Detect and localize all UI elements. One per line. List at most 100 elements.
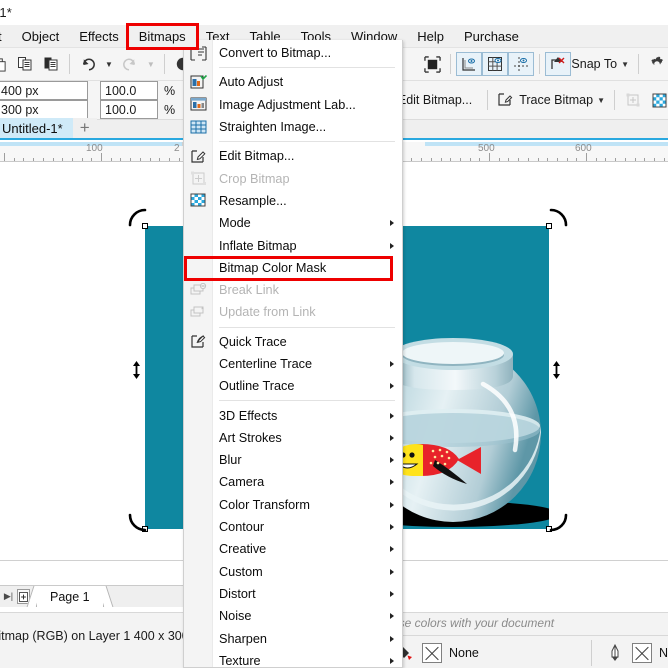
fill-none-swatch[interactable] xyxy=(422,642,442,663)
menu-item-update-from-link: Update from Link xyxy=(184,301,402,323)
menu-item-label: Bitmap Color Mask xyxy=(219,260,327,275)
menu-bitmaps[interactable]: Bitmaps xyxy=(125,22,199,50)
rotate-handle-top-left[interactable] xyxy=(126,206,148,228)
trace-bitmap-label[interactable]: Trace Bitmap xyxy=(519,93,593,107)
menu-item-distort[interactable]: Distort xyxy=(184,583,402,605)
skew-handle-left[interactable] xyxy=(131,360,142,383)
snap-to-label[interactable]: Snap To xyxy=(571,57,617,71)
scale-h-unit: % xyxy=(164,83,176,98)
toolbar-separator xyxy=(69,54,70,74)
menu-separator xyxy=(219,67,395,69)
menu-purchase[interactable]: Purchase xyxy=(454,26,529,47)
skew-handle-right[interactable] xyxy=(551,360,562,383)
resample-icon[interactable] xyxy=(646,88,668,112)
quick-trace-icon xyxy=(188,333,209,351)
menu-item-label: Camera xyxy=(219,475,265,490)
menu-item-inflate-bitmap[interactable]: Inflate Bitmap xyxy=(184,234,402,256)
menu-item-camera[interactable]: Camera xyxy=(184,471,402,493)
menu-item-edit-bitmap[interactable]: Edit Bitmap... xyxy=(184,145,402,167)
full-screen-preview-icon[interactable] xyxy=(419,52,445,76)
menu-item-label: Art Strokes xyxy=(219,430,282,445)
menu-item-creative[interactable]: Creative xyxy=(184,538,402,560)
menu-help[interactable]: Help xyxy=(407,26,454,47)
menu-item-label: Noise xyxy=(219,609,252,624)
menu-item-straighten-image[interactable]: Straighten Image... xyxy=(184,116,402,138)
copy-icon[interactable] xyxy=(12,52,38,76)
menu-item-list: Convert to Bitmap... Auto Adjust Image Adj… xyxy=(184,40,402,667)
rotate-handle-top-right[interactable] xyxy=(548,206,570,228)
width-input[interactable]: 400 px xyxy=(0,81,88,100)
menu-edit-partial[interactable]: t xyxy=(0,26,12,47)
show-rulers-icon[interactable] xyxy=(456,52,483,76)
menu-item-label: Sharpen xyxy=(219,631,267,646)
submenu-arrow-icon xyxy=(390,383,394,390)
snap-to-dropdown-icon[interactable]: ▼ xyxy=(621,60,629,69)
trace-bitmap-dropdown-icon[interactable]: ▼ xyxy=(597,96,605,105)
show-guidelines-icon[interactable] xyxy=(508,52,535,76)
menu-item-art-strokes[interactable]: Art Strokes xyxy=(184,427,402,449)
menu-item-sharpen[interactable]: Sharpen xyxy=(184,627,402,649)
paste-icon[interactable] xyxy=(0,52,12,76)
menu-effects[interactable]: Effects xyxy=(69,26,129,47)
scale-v-input[interactable]: 100.0 xyxy=(100,100,158,119)
menu-item-outline-trace[interactable]: Outline Trace xyxy=(184,375,402,397)
bitmaps-dropdown-menu[interactable]: Convert to Bitmap... Auto Adjust Image Adj… xyxy=(183,40,403,668)
menu-item-color-transform[interactable]: Color Transform xyxy=(184,494,402,516)
undo-dropdown-icon[interactable]: ▼ xyxy=(105,60,113,69)
trace-bitmap-icon[interactable] xyxy=(493,88,519,112)
options-gear-icon[interactable] xyxy=(644,52,668,76)
menu-item-texture[interactable]: Texture xyxy=(184,650,402,667)
edit-bitmap-button[interactable]: Edit Bitmap... xyxy=(398,93,472,107)
menu-item-label: Inflate Bitmap xyxy=(219,238,297,253)
rotate-handle-bottom-right[interactable] xyxy=(548,512,570,534)
menu-item-label: Resample... xyxy=(219,193,287,208)
menu-item-resample[interactable]: Resample... xyxy=(184,190,402,212)
edit-bitmap-icon xyxy=(188,147,209,165)
last-page-icon[interactable]: ▶| xyxy=(2,589,15,604)
crop-bitmap-icon-disabled xyxy=(620,88,646,112)
menu-item-contour[interactable]: Contour xyxy=(184,516,402,538)
page-tab-page-1[interactable]: Page 1 xyxy=(36,586,104,607)
menu-item-convert-to-bitmap[interactable]: Convert to Bitmap... xyxy=(184,42,402,64)
page-nav-buttons[interactable]: ▶| xyxy=(2,589,30,604)
undo-icon[interactable] xyxy=(75,52,101,76)
menu-item-custom[interactable]: Custom xyxy=(184,561,402,583)
menu-item-label: Straighten Image... xyxy=(219,120,327,135)
redo-icon[interactable] xyxy=(117,52,143,76)
rotate-handle-bottom-left[interactable] xyxy=(126,512,148,534)
menu-item-bitmap-color-mask[interactable]: Bitmap Color Mask xyxy=(184,257,402,279)
menu-item-noise[interactable]: Noise xyxy=(184,605,402,627)
menu-item-3d-effects[interactable]: 3D Effects xyxy=(184,404,402,426)
submenu-arrow-icon xyxy=(390,457,394,464)
document-tab-untitled-1[interactable]: Untitled-1* xyxy=(0,118,73,138)
submenu-arrow-icon xyxy=(390,568,394,575)
menu-item-blur[interactable]: Blur xyxy=(184,449,402,471)
menu-item-label: Auto Adjust xyxy=(219,75,284,90)
scale-h-input[interactable]: 100.0 xyxy=(100,81,158,100)
menu-item-label: Creative xyxy=(219,542,267,557)
snap-off-icon[interactable] xyxy=(545,52,572,76)
new-document-tab-button[interactable]: + xyxy=(72,118,97,138)
height-input[interactable]: 300 px xyxy=(0,100,88,119)
menu-item-centerline-trace[interactable]: Centerline Trace xyxy=(184,353,402,375)
swatch-separator xyxy=(590,639,592,666)
outline-pen-icon[interactable] xyxy=(602,641,628,665)
ruler-label-500: 500 xyxy=(478,143,495,154)
ruler-label-600: 600 xyxy=(575,143,592,154)
paste-special-icon[interactable] xyxy=(38,52,64,76)
menu-item-label: Crop Bitmap xyxy=(219,171,290,186)
show-grid-icon[interactable] xyxy=(482,52,509,76)
menu-item-auto-adjust[interactable]: Auto Adjust xyxy=(184,71,402,93)
menu-item-label: Color Transform xyxy=(219,497,310,512)
menu-object[interactable]: Object xyxy=(12,26,70,47)
menu-item-quick-trace[interactable]: Quick Trace xyxy=(184,331,402,353)
straighten-image-icon xyxy=(188,118,209,136)
submenu-arrow-icon xyxy=(390,242,394,249)
convert-to-bitmap-icon xyxy=(188,44,209,62)
menu-item-mode[interactable]: Mode xyxy=(184,212,402,234)
menu-item-image-adjustment-lab[interactable]: Image Adjustment Lab... xyxy=(184,94,402,116)
status-object-info: Bitmap (RGB) on Layer 1 400 x 300 xyxy=(0,629,189,643)
outline-none-swatch[interactable] xyxy=(631,642,652,663)
menu-item-label: 3D Effects xyxy=(219,408,278,423)
menu-item-label: Update from Link xyxy=(219,305,316,320)
